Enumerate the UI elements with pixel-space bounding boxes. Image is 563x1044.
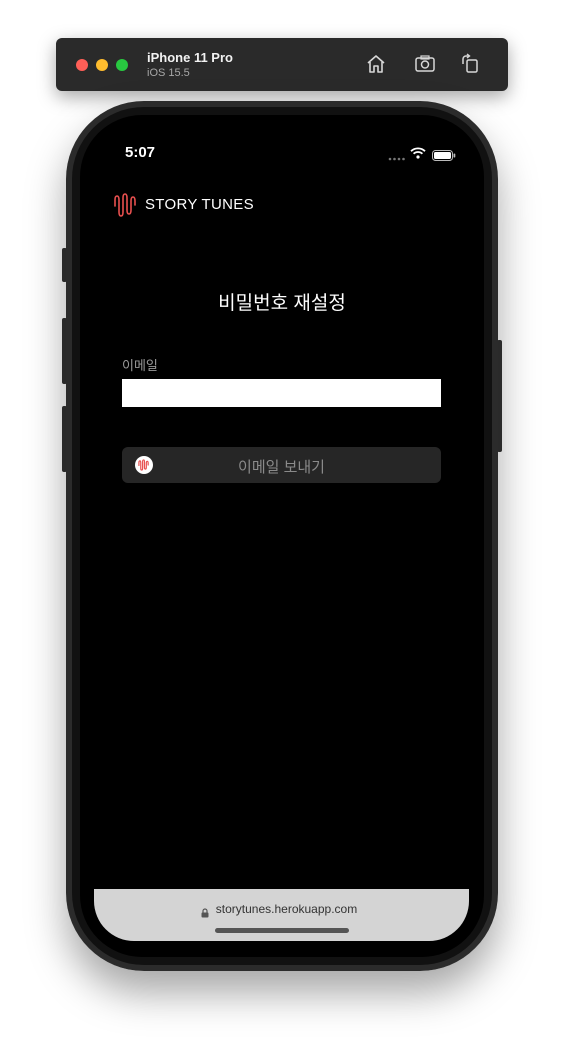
status-time: 5:07 bbox=[125, 144, 156, 161]
browser-url-bar[interactable]: storytunes.herokuapp.com bbox=[94, 889, 469, 941]
simulator-title-bar: iPhone 11 Pro iOS 15.5 bbox=[56, 38, 508, 91]
send-email-button-label: 이메일 보내기 bbox=[238, 459, 325, 476]
device-name: iPhone 11 Pro bbox=[147, 50, 233, 65]
send-email-button[interactable]: 이메일 보내기 bbox=[122, 447, 441, 483]
zoom-window-button[interactable] bbox=[116, 59, 128, 71]
url-text: storytunes.herokuapp.com bbox=[215, 902, 358, 916]
page-title: 비밀번호 재설정 bbox=[218, 293, 346, 314]
email-input[interactable] bbox=[122, 379, 441, 407]
logo-text: STORY TUNES bbox=[145, 196, 254, 213]
home-indicator[interactable] bbox=[215, 928, 349, 933]
cellular-signal-icon bbox=[388, 149, 406, 167]
wifi-icon bbox=[410, 146, 426, 164]
rotate-icon[interactable] bbox=[459, 53, 481, 75]
simulator-stage: iPhone 11 Pro iOS 15.5 5:07 STORY TUNES … bbox=[0, 0, 563, 1044]
close-window-button[interactable] bbox=[76, 59, 88, 71]
minimize-window-button[interactable] bbox=[96, 59, 108, 71]
screenshot-icon[interactable] bbox=[414, 53, 436, 75]
os-version: iOS 15.5 bbox=[147, 67, 190, 79]
phone-screen: 5:07 STORY TUNES 비밀번호 재설정 이메일 이메일 보내기 st… bbox=[80, 115, 484, 957]
battery-icon bbox=[432, 148, 456, 166]
home-icon[interactable] bbox=[365, 53, 387, 75]
email-label: 이메일 bbox=[122, 358, 158, 373]
story-tunes-logo-icon bbox=[114, 192, 138, 223]
